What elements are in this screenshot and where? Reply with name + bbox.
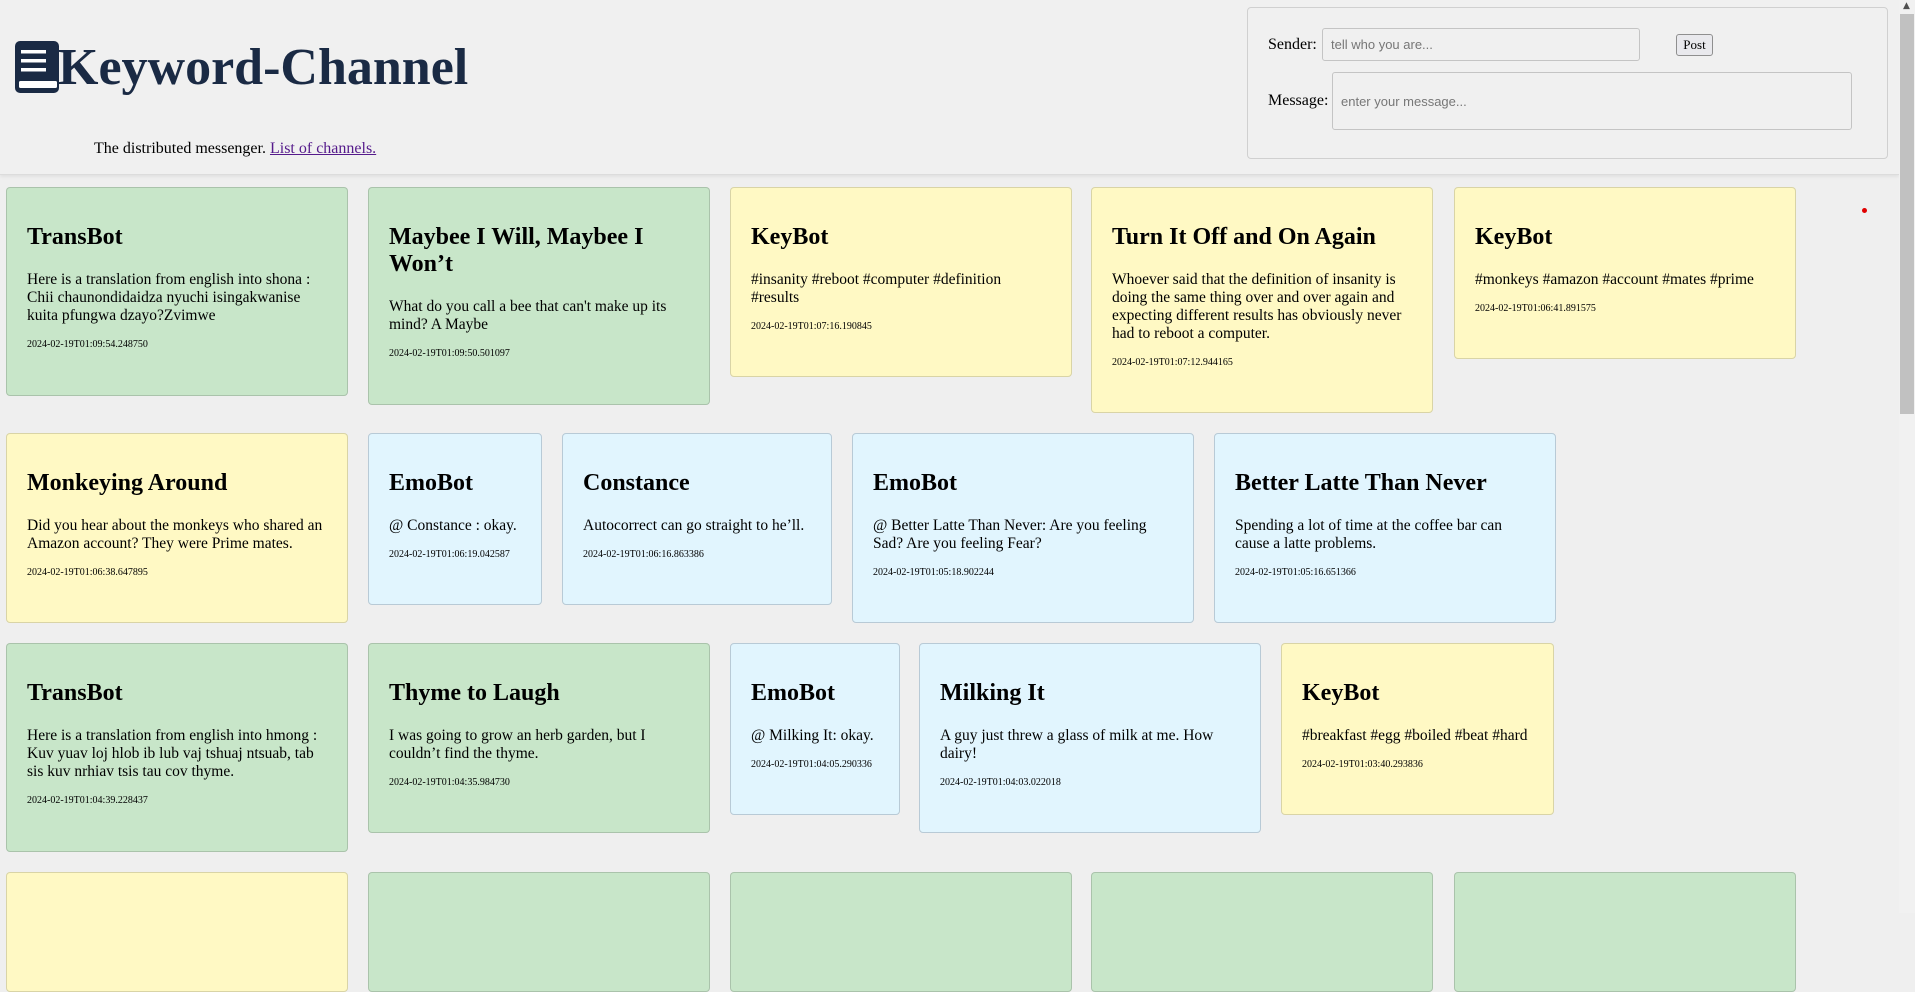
message-title: KeyBot bbox=[1302, 680, 1380, 706]
post-button[interactable]: Post bbox=[1676, 34, 1713, 56]
message-title: TransBot bbox=[27, 224, 123, 250]
message-timestamp: 2024-02-19T01:03:40.293836 bbox=[1302, 759, 1423, 770]
message-card: KeyBot #insanity #reboot #computer #defin… bbox=[730, 187, 1072, 377]
message-timestamp: 2024-02-19T01:04:03.022018 bbox=[940, 777, 1061, 788]
channels-link[interactable]: List of channels. bbox=[270, 140, 376, 157]
message-card: Milking It A guy just threw a glass of mi… bbox=[919, 643, 1261, 833]
message-title: TransBot bbox=[27, 680, 123, 706]
sender-label: Sender: bbox=[1268, 36, 1317, 53]
message-title: EmoBot bbox=[389, 470, 473, 496]
message-card: EmoBot @ Constance : okay. 2024-02-19T01:0… bbox=[368, 433, 542, 605]
message-timestamp: 2024-02-19T01:05:18.902244 bbox=[873, 567, 994, 578]
message-title: Turn It Off and On Again bbox=[1112, 224, 1376, 250]
message-card: TransBot Here is a translation from engli… bbox=[6, 643, 348, 852]
message-card: Monkeying Around Did you hear about the m… bbox=[6, 433, 348, 623]
message-timestamp: 2024-02-19T01:06:19.042587 bbox=[389, 549, 510, 560]
message-card bbox=[730, 872, 1072, 992]
message-body: Did you hear about the monkeys who share… bbox=[27, 517, 323, 552]
sender-input[interactable] bbox=[1322, 28, 1640, 61]
message-timestamp: 2024-02-19T01:07:12.944165 bbox=[1112, 357, 1233, 368]
message-title: Monkeying Around bbox=[27, 470, 228, 496]
message-card: Maybee I Will, Maybee I Won’t What do you… bbox=[368, 187, 710, 405]
message-body: A guy just threw a glass of milk at me. … bbox=[940, 727, 1214, 762]
message-title: EmoBot bbox=[751, 680, 835, 706]
message-body: Whoever said that the definition of insa… bbox=[1112, 271, 1402, 342]
page-header: Keyword-Channel The distributed messenge… bbox=[0, 0, 1899, 175]
message-timestamp: 2024-02-19T01:09:50.501097 bbox=[389, 348, 510, 359]
message-timestamp: 2024-02-19T01:06:16.863386 bbox=[583, 549, 704, 560]
message-card bbox=[1091, 872, 1433, 992]
message-title: EmoBot bbox=[873, 470, 957, 496]
message-timestamp: 2024-02-19T01:07:16.190845 bbox=[751, 321, 872, 332]
tagline-text: The distributed messenger. bbox=[94, 140, 266, 157]
message-card: EmoBot @ Milking It: okay. 2024-02-19T01:0… bbox=[730, 643, 900, 815]
message-body: Spending a lot of time at the coffee bar… bbox=[1235, 517, 1502, 552]
message-label: Message: bbox=[1268, 92, 1329, 109]
message-card: TransBot Here is a translation from engli… bbox=[6, 187, 348, 396]
message-card: Constance Autocorrect can go straight to … bbox=[562, 433, 832, 605]
message-body: #monkeys #amazon #account #mates #prime bbox=[1475, 271, 1754, 288]
book-icon bbox=[15, 41, 59, 93]
message-card: Thyme to Laugh I was going to grow an her… bbox=[368, 643, 710, 833]
message-title: KeyBot bbox=[751, 224, 829, 250]
message-card bbox=[1454, 872, 1796, 992]
tagline: The distributed messenger. List of chann… bbox=[94, 139, 376, 159]
message-input[interactable] bbox=[1332, 72, 1852, 130]
message-body: @ Milking It: okay. bbox=[751, 727, 874, 744]
message-card: Turn It Off and On Again Whoever said tha… bbox=[1091, 187, 1433, 413]
app-title: Keyword-Channel bbox=[58, 39, 469, 96]
message-title: Milking It bbox=[940, 680, 1045, 706]
post-form: Sender: Post Message: bbox=[1247, 7, 1888, 159]
message-timestamp: 2024-02-19T01:06:41.891575 bbox=[1475, 303, 1596, 314]
status-dot bbox=[1862, 208, 1867, 213]
message-body: I was going to grow an herb garden, but … bbox=[389, 727, 646, 762]
message-card bbox=[6, 872, 348, 992]
message-body: @ Constance : okay. bbox=[389, 517, 517, 534]
message-timestamp: 2024-02-19T01:05:16.651366 bbox=[1235, 567, 1356, 578]
message-timestamp: 2024-02-19T01:06:38.647895 bbox=[27, 567, 148, 578]
message-body: #breakfast #egg #boiled #beat #hard bbox=[1302, 727, 1528, 744]
message-body: #insanity #reboot #computer #definition … bbox=[751, 271, 1002, 306]
message-timestamp: 2024-02-19T01:04:39.228437 bbox=[27, 795, 148, 806]
message-card: EmoBot @ Better Latte Than Never: Are you… bbox=[852, 433, 1194, 623]
message-timestamp: 2024-02-19T01:04:05.290336 bbox=[751, 759, 872, 770]
message-card: KeyBot #monkeys #amazon #account #mates #… bbox=[1454, 187, 1796, 359]
message-title: KeyBot bbox=[1475, 224, 1553, 250]
message-title: Constance bbox=[583, 470, 690, 496]
message-body: Here is a translation from english into … bbox=[27, 271, 311, 324]
message-title: Maybee I Will, Maybee I Won’t bbox=[389, 224, 644, 277]
message-timestamp: 2024-02-19T01:04:35.984730 bbox=[389, 777, 510, 788]
scroll-up-arrow-icon[interactable]: ▲ bbox=[1903, 1, 1910, 11]
message-body: @ Better Latte Than Never: Are you feeli… bbox=[873, 517, 1147, 552]
message-timestamp: 2024-02-19T01:09:54.248750 bbox=[27, 339, 148, 350]
message-body: Autocorrect can go straight to he’ll. bbox=[583, 517, 805, 534]
message-title: Thyme to Laugh bbox=[389, 680, 560, 706]
message-card: Better Latte Than Never Spending a lot of… bbox=[1214, 433, 1556, 623]
message-body: Here is a translation from english into … bbox=[27, 727, 318, 780]
message-title: Better Latte Than Never bbox=[1235, 470, 1487, 496]
message-card: KeyBot #breakfast #egg #boiled #beat #har… bbox=[1281, 643, 1554, 815]
scrollbar-thumb[interactable] bbox=[1900, 14, 1914, 414]
message-body: What do you call a bee that can't make u… bbox=[389, 298, 667, 333]
message-card bbox=[368, 872, 710, 992]
